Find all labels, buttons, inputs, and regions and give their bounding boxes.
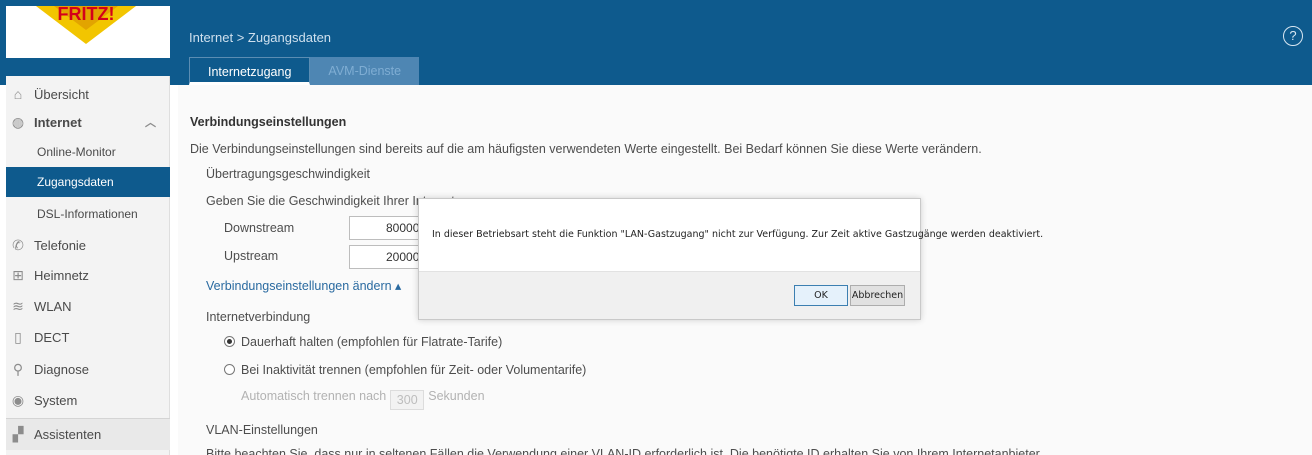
diagnose-icon: ⚲ [12, 360, 24, 377]
top-bar: FRITZ! Internet > Zugangsdaten ? Interne… [0, 0, 1312, 85]
sidebar-item-label: Telefonie [34, 237, 87, 253]
sidebar-item-label: Diagnose [34, 361, 89, 377]
cancel-button[interactable]: Abbrechen [850, 285, 905, 306]
sidebar-item-wlan[interactable]: ≋ WLAN [6, 291, 170, 321]
speed-title: Übertragungsgeschwindigkeit [206, 167, 370, 181]
radio-disconnect[interactable]: Bei Inaktivität trennen (empfohlen für Z… [224, 363, 586, 377]
vlan-hint: Bitte beachten Sie, dass nur in seltenen… [206, 447, 1043, 455]
fritz-logo-icon: FRITZ! [36, 6, 136, 44]
downstream-label: Downstream [224, 221, 295, 235]
vlan-title: VLAN-Einstellungen [206, 423, 318, 437]
wizard-icon: ▞ [12, 426, 24, 442]
sidebar-item-assistenten[interactable]: ▞ Assistenten [6, 418, 170, 450]
sidebar-item-label: Internet [34, 114, 82, 130]
auto-disconnect-row: Automatisch trennen nach 300 Sekunden [241, 389, 485, 410]
dialog-footer: OK Abbrechen [419, 271, 920, 319]
radio-keep-connection[interactable]: Dauerhaft halten (empfohlen für Flatrate… [224, 335, 502, 349]
chevron-up-icon: ︿ [145, 117, 156, 129]
globe-icon: ◍ [11, 113, 25, 130]
change-settings-link[interactable]: Verbindungseinstellungen ändern ▴ [206, 278, 401, 293]
tab-avm-dienste[interactable]: AVM-Dienste [310, 57, 420, 85]
auto-disconnect-input[interactable]: 300 [390, 390, 425, 410]
sidebar-item-label: WLAN [34, 298, 72, 314]
sidebar-item-label: Übersicht [34, 86, 89, 102]
sidebar-item-diagnose[interactable]: ⚲ Diagnose [6, 354, 170, 384]
tab-bar: Internetzugang AVM-Dienste [189, 57, 420, 85]
system-icon: ◉ [11, 391, 25, 408]
radio-keep-label: Dauerhaft halten (empfohlen für Flatrate… [241, 335, 503, 349]
radio-disconnect-label: Bei Inaktivität trennen (empfohlen für Z… [241, 363, 587, 377]
sidebar: ⌂ Übersicht ◍ Internet ︿ Online-Monitor … [6, 76, 170, 455]
sidebar-item-heimnetz[interactable]: ⊞ Heimnetz [6, 260, 170, 290]
tab-internetzugang[interactable]: Internetzugang [189, 57, 311, 85]
upstream-label: Upstream [224, 249, 279, 263]
network-icon: ⊞ [12, 266, 24, 283]
dect-icon: ▯ [14, 328, 22, 345]
svg-text:FRITZ!: FRITZ! [58, 6, 115, 24]
sidebar-item-dect[interactable]: ▯ DECT [6, 322, 170, 352]
radio-selected-icon [224, 336, 235, 347]
section-title: Verbindungseinstellungen [190, 115, 347, 129]
sidebar-item-label: Assistenten [34, 427, 102, 442]
downstream-input[interactable]: 80000 [349, 216, 419, 240]
sidebar-item-internet[interactable]: ◍ Internet ︿ [6, 107, 170, 137]
home-icon: ⌂ [13, 86, 23, 102]
sidebar-item-label: System [34, 392, 78, 408]
auto-disconnect-prefix: Automatisch trennen nach [241, 389, 387, 403]
sidebar-item-dsl-informationen[interactable]: DSL-Informationen [6, 199, 170, 229]
intro-text: Die Verbindungseinstellungen sind bereit… [190, 142, 982, 156]
phone-icon: ✆ [12, 236, 24, 253]
ok-button[interactable]: OK [794, 285, 848, 306]
auto-disconnect-suffix: Sekunden [428, 389, 485, 403]
radio-unselected-icon [224, 364, 235, 375]
dialog-message: In dieser Betriebsart steht die Funktion… [432, 229, 1044, 240]
upstream-input[interactable]: 20000 [349, 245, 419, 269]
sidebar-item-telefonie[interactable]: ✆ Telefonie [6, 230, 170, 260]
sidebar-item-online-monitor[interactable]: Online-Monitor [6, 137, 170, 167]
alert-dialog: In dieser Betriebsart steht die Funktion… [418, 198, 1043, 320]
sidebar-item-system[interactable]: ◉ System [6, 385, 170, 415]
sidebar-item-zugangsdaten[interactable]: Zugangsdaten [6, 167, 170, 197]
sidebar-item-uebersicht[interactable]: ⌂ Übersicht [6, 79, 170, 109]
help-icon[interactable]: ? [1283, 26, 1303, 46]
connection-title: Internetverbindung [206, 310, 311, 324]
fritz-logo[interactable]: FRITZ! [6, 6, 170, 58]
wifi-icon: ≋ [12, 297, 24, 314]
breadcrumb: Internet > Zugangsdaten [189, 30, 332, 45]
sidebar-item-label: DECT [34, 329, 70, 345]
sidebar-item-label: Heimnetz [34, 267, 89, 283]
